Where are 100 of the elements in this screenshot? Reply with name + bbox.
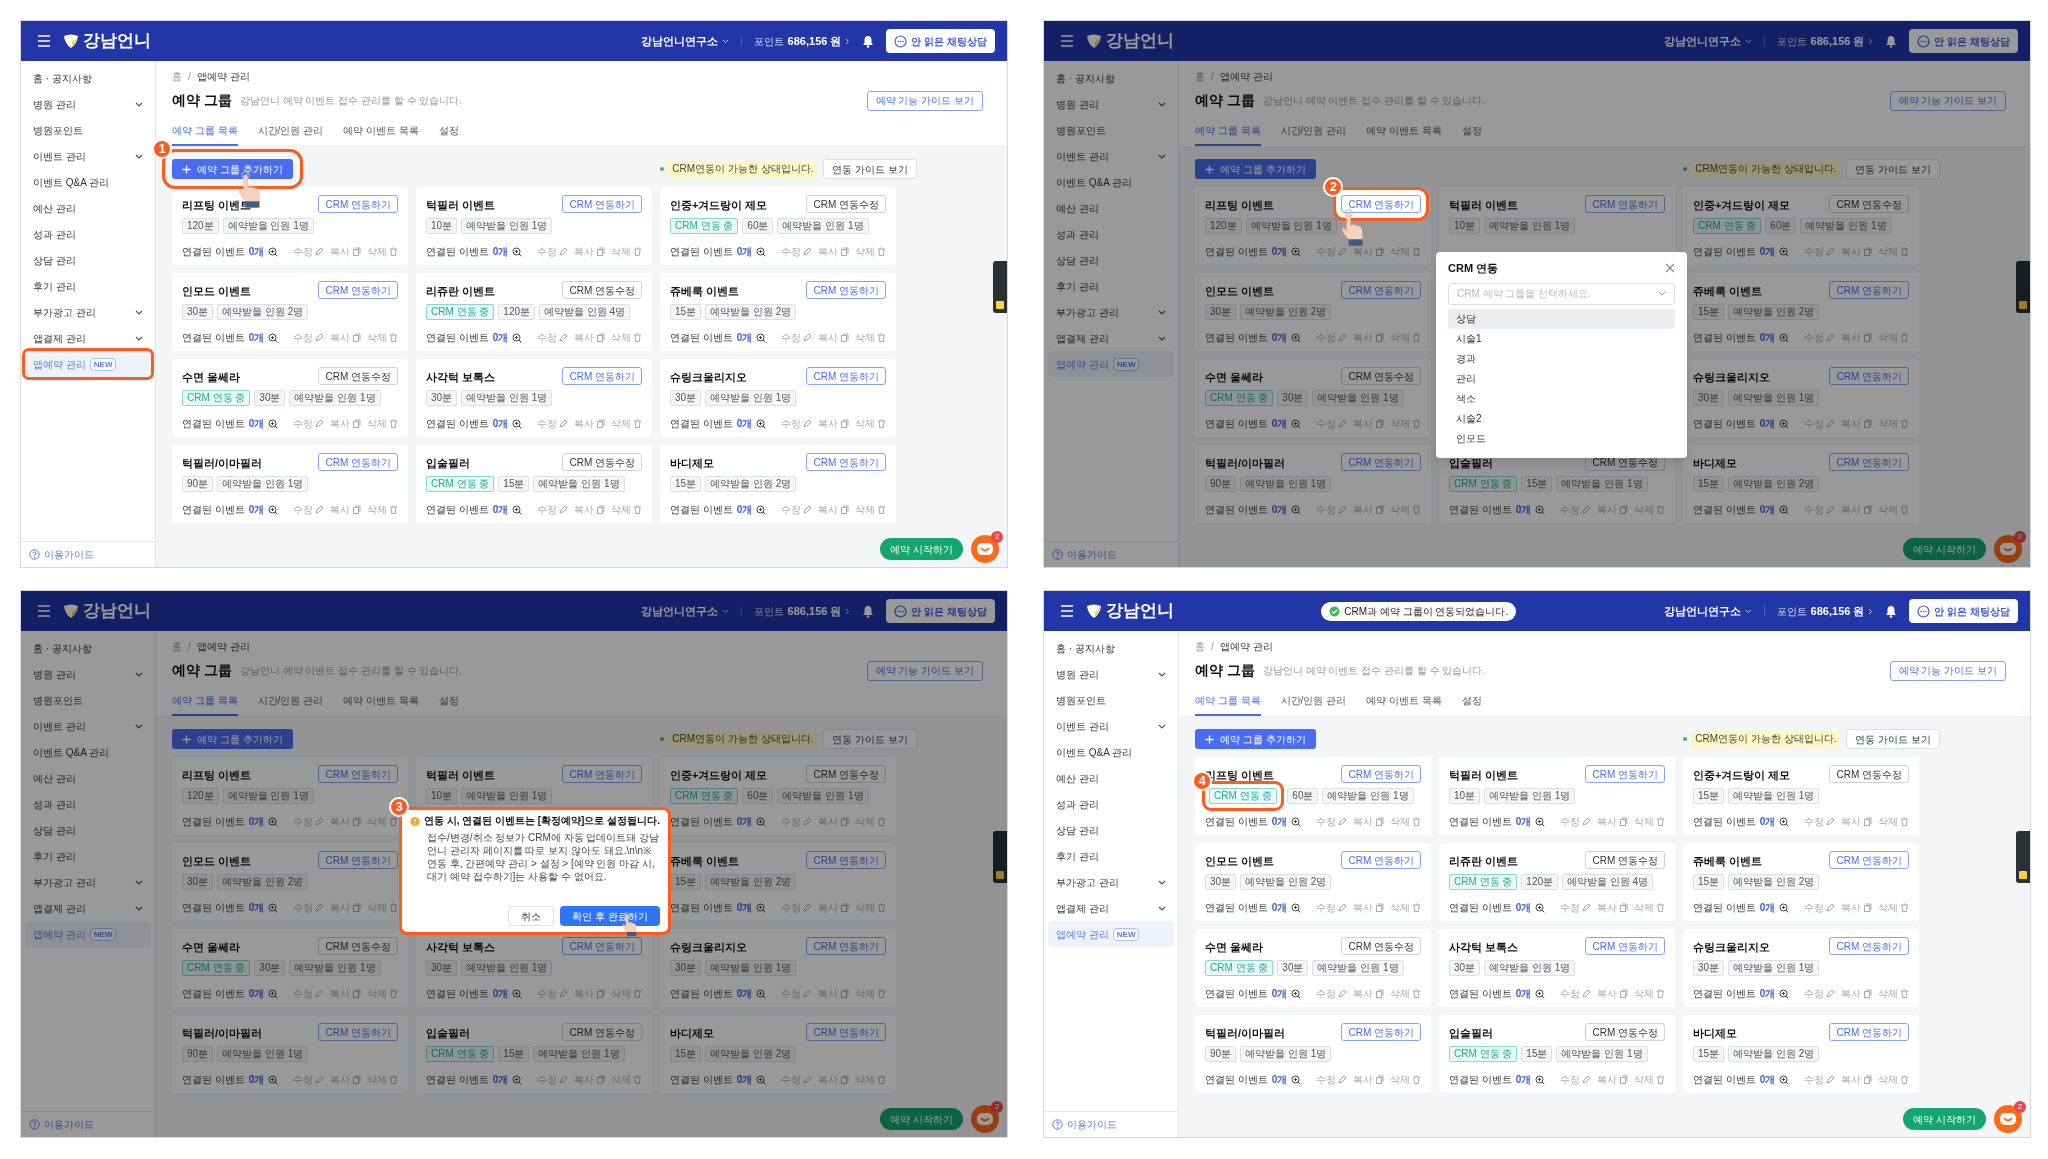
linked-count[interactable]: 0개 (736, 502, 753, 517)
bell-icon[interactable] (1885, 604, 1898, 618)
action-link[interactable]: 복사 (1841, 900, 1861, 915)
sidebar-item[interactable]: 홈 · 공지사항 (25, 65, 151, 91)
linked-count[interactable]: 0개 (736, 900, 753, 915)
zoom-in-icon[interactable] (268, 816, 279, 827)
crm-link-button[interactable]: CRM 연동하기 (1341, 851, 1421, 869)
action-link[interactable]: 수정 (1560, 986, 1580, 1001)
breadcrumb-item[interactable]: 앱예약 관리 (196, 69, 250, 84)
crm-link-button[interactable]: CRM 연동하기 (806, 937, 886, 955)
zoom-in-icon[interactable] (268, 988, 279, 999)
action-link[interactable]: 삭제 (1634, 1072, 1654, 1087)
crm-link-button[interactable]: CRM 연동수정 (1829, 195, 1909, 213)
linked-count[interactable]: 0개 (1515, 502, 1532, 517)
zoom-in-icon[interactable] (268, 1074, 279, 1085)
crm-link-button[interactable]: CRM 연동수정 (1585, 851, 1665, 869)
action-link[interactable]: 삭제 (367, 244, 387, 259)
zoom-in-icon[interactable] (1291, 332, 1302, 343)
crm-link-button[interactable]: CRM 연동하기 (318, 195, 398, 213)
action-link[interactable]: 수정 (781, 244, 801, 259)
linked-count[interactable]: 0개 (736, 330, 753, 345)
crm-link-button[interactable]: CRM 연동하기 (1829, 281, 1909, 299)
zoom-in-icon[interactable] (756, 902, 767, 913)
sidebar-item[interactable]: 성과 관리 (1048, 791, 1174, 817)
action-link[interactable]: 복사 (574, 330, 594, 345)
zoom-in-icon[interactable] (512, 246, 523, 257)
link-guide-button[interactable]: 연동 가이드 보기 (823, 729, 917, 749)
zoom-in-icon[interactable] (1535, 988, 1546, 999)
guide-button[interactable]: 예약 기능 가이드 보기 (1889, 90, 2006, 111)
linked-count[interactable]: 0개 (492, 244, 509, 259)
dropdown-option[interactable]: 색소 (1448, 388, 1675, 409)
action-link[interactable]: 복사 (574, 502, 594, 517)
zoom-in-icon[interactable] (268, 332, 279, 343)
sidebar-item[interactable]: 성과 관리 (1048, 221, 1174, 247)
tab[interactable]: 예약 그룹 목록 (1195, 689, 1261, 716)
crm-link-button[interactable]: CRM 연동하기 (1585, 195, 1665, 213)
zoom-in-icon[interactable] (512, 1074, 523, 1085)
zoom-in-icon[interactable] (756, 988, 767, 999)
tab[interactable]: 예약 그룹 목록 (172, 689, 238, 716)
guide-button[interactable]: 예약 기능 가이드 보기 (866, 660, 983, 681)
linked-count[interactable]: 0개 (248, 330, 265, 345)
action-link[interactable]: 삭제 (855, 330, 875, 345)
action-link[interactable]: 삭제 (367, 330, 387, 345)
action-link[interactable]: 복사 (818, 244, 838, 259)
zoom-in-icon[interactable] (1535, 504, 1546, 515)
action-link[interactable]: 삭제 (1634, 986, 1654, 1001)
linked-count[interactable]: 0개 (1759, 814, 1776, 829)
action-link[interactable]: 수정 (537, 502, 557, 517)
action-link[interactable]: 수정 (1560, 900, 1580, 915)
action-link[interactable]: 복사 (1597, 900, 1617, 915)
linked-count[interactable]: 0개 (1271, 416, 1288, 431)
clinic-name[interactable]: 강남언니연구소 (640, 32, 718, 50)
crm-link-button[interactable]: CRM 연동하기 (806, 1023, 886, 1041)
linked-count[interactable]: 0개 (736, 416, 753, 431)
tab[interactable]: 설정 (1461, 689, 1482, 716)
zoom-in-icon[interactable] (1535, 1074, 1546, 1085)
action-link[interactable]: 복사 (1353, 814, 1373, 829)
linked-count[interactable]: 0개 (1759, 1072, 1776, 1087)
linked-count[interactable]: 0개 (1271, 502, 1288, 517)
zoom-in-icon[interactable] (1535, 902, 1546, 913)
crm-link-button[interactable]: CRM 연동하기 (1829, 367, 1909, 385)
action-link[interactable]: 삭제 (1390, 986, 1410, 1001)
breadcrumb-item[interactable]: 홈 (172, 69, 182, 84)
action-link[interactable]: 삭제 (1390, 1072, 1410, 1087)
zoom-in-icon[interactable] (512, 418, 523, 429)
link-guide-button[interactable]: 연동 가이드 보기 (1846, 159, 1940, 179)
zoom-in-icon[interactable] (1779, 1074, 1790, 1085)
tab[interactable]: 예약 이벤트 목록 (1366, 119, 1442, 146)
crm-link-button[interactable]: CRM 연동하기 (806, 851, 886, 869)
points-value[interactable]: 686,156 원 (787, 602, 842, 620)
menu-icon[interactable] (37, 35, 51, 47)
sidebar-item[interactable]: 이벤트 관리 (25, 713, 151, 739)
points-value[interactable]: 686,156 원 (1810, 32, 1865, 50)
action-link[interactable]: 삭제 (611, 416, 631, 431)
action-link[interactable]: 수정 (1316, 986, 1336, 1001)
linked-count[interactable]: 0개 (248, 814, 265, 829)
sidebar-item[interactable]: 부가광고 관리 (25, 869, 151, 895)
zoom-in-icon[interactable] (1291, 816, 1302, 827)
sidebar-item[interactable]: 병원포인트 (25, 117, 151, 143)
crm-link-button[interactable]: CRM 연동하기 (318, 851, 398, 869)
dropdown-option[interactable]: 인모드 (1448, 428, 1675, 449)
crm-link-button[interactable]: CRM 연동하기 (562, 765, 642, 783)
action-link[interactable]: 수정 (537, 244, 557, 259)
sidebar-item[interactable]: 병원 관리 (1048, 661, 1174, 687)
crm-link-button[interactable]: CRM 연동수정 (318, 367, 398, 385)
start-booking-button[interactable]: 예약 시작하기 (1903, 538, 1986, 560)
tab[interactable]: 시간/인원 관리 (1280, 689, 1347, 716)
zoom-in-icon[interactable] (1291, 1074, 1302, 1085)
linked-count[interactable]: 0개 (736, 244, 753, 259)
zoom-in-icon[interactable] (512, 988, 523, 999)
bell-icon[interactable] (862, 34, 875, 48)
linked-count[interactable]: 0개 (492, 416, 509, 431)
action-link[interactable]: 삭제 (611, 330, 631, 345)
menu-icon[interactable] (1060, 605, 1074, 617)
action-link[interactable]: 삭제 (1634, 814, 1654, 829)
breadcrumb-item[interactable]: 홈 (1195, 639, 1205, 654)
crm-link-button[interactable]: CRM 연동하기 (562, 195, 642, 213)
action-link[interactable]: 삭제 (1878, 1072, 1898, 1087)
crm-link-button[interactable]: CRM 연동수정 (806, 765, 886, 783)
sidebar-item[interactable]: 병원 관리 (1048, 91, 1174, 117)
